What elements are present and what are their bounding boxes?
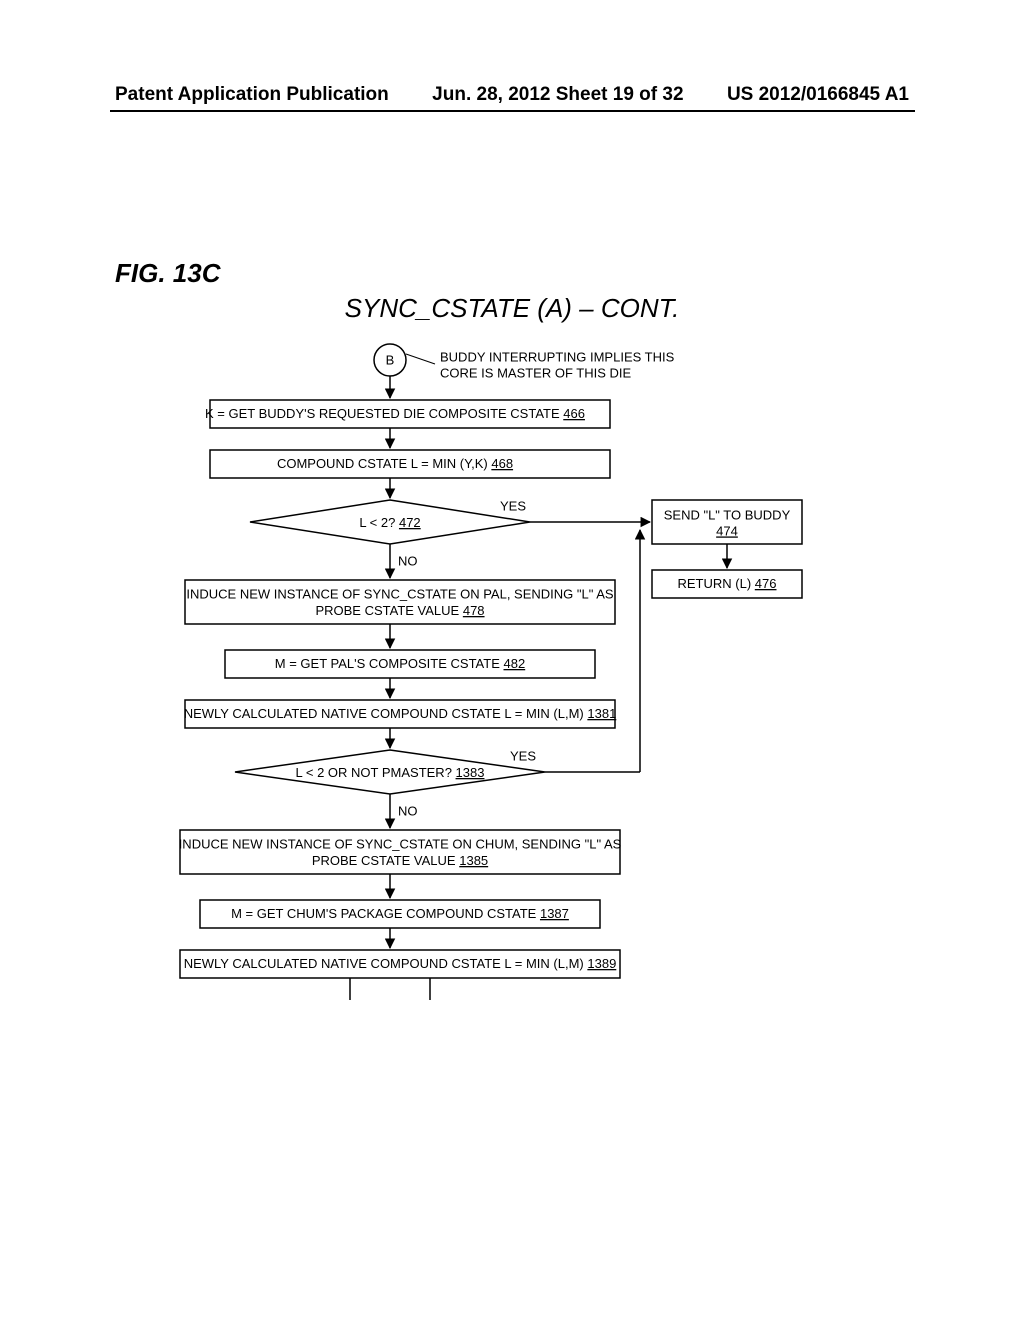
page-header: Patent Application Publication Jun. 28, …	[0, 84, 1024, 106]
box-476-text: RETURN (L) 476	[678, 576, 777, 591]
box-466-text: K = GET BUDDY'S REQUESTED DIE COMPOSITE …	[205, 406, 585, 421]
flowchart: B BUDDY INTERRUPTING IMPLIES THIS CORE I…	[0, 340, 1024, 1170]
box-468-text: COMPOUND CSTATE L = MIN (Y,K) 468	[277, 456, 513, 471]
connector-b-label: B	[386, 352, 395, 367]
connector-note2: CORE IS MASTER OF THIS DIE	[440, 365, 632, 380]
figure-title: SYNC_CSTATE (A) – CONT.	[0, 293, 1024, 324]
box-1387-text: M = GET CHUM'S PACKAGE COMPOUND CSTATE 1…	[231, 906, 569, 921]
no-472: NO	[398, 553, 418, 568]
yes-1383: YES	[510, 748, 536, 763]
box-478-text2: PROBE CSTATE VALUE 478	[315, 603, 484, 618]
header-left: Patent Application Publication	[115, 84, 389, 106]
box-1385-text2: PROBE CSTATE VALUE 1385	[312, 853, 488, 868]
box-1381-text: NEWLY CALCULATED NATIVE COMPOUND CSTATE …	[184, 706, 617, 721]
box-1385-text1: INDUCE NEW INSTANCE OF SYNC_CSTATE ON CH…	[179, 836, 622, 851]
figure-label: FIG. 13C	[115, 258, 220, 289]
connector-note1: BUDDY INTERRUPTING IMPLIES THIS	[440, 349, 675, 364]
header-center: Jun. 28, 2012 Sheet 19 of 32	[432, 84, 683, 106]
decision-472-text: L < 2? 472	[359, 515, 420, 530]
header-rule	[110, 110, 915, 112]
no-1383: NO	[398, 803, 418, 818]
box-1389-text: NEWLY CALCULATED NATIVE COMPOUND CSTATE …	[184, 956, 617, 971]
yes-472: YES	[500, 498, 526, 513]
box-474-ref: 474	[716, 523, 738, 538]
page: Patent Application Publication Jun. 28, …	[0, 0, 1024, 1320]
box-482-text: M = GET PAL'S COMPOSITE CSTATE 482	[275, 656, 525, 671]
decision-1383-text: L < 2 OR NOT PMASTER? 1383	[296, 765, 485, 780]
header-right: US 2012/0166845 A1	[727, 84, 909, 106]
box-474-text: SEND "L" TO BUDDY	[664, 507, 791, 522]
box-478-text1: INDUCE NEW INSTANCE OF SYNC_CSTATE ON PA…	[186, 586, 614, 601]
